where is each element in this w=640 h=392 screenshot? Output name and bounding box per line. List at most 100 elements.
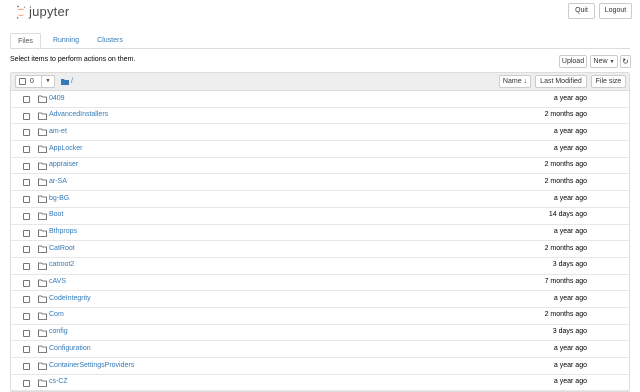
- item-name[interactable]: bg-BG: [49, 195, 69, 202]
- folder-icon: [38, 162, 47, 170]
- row-checkbox[interactable]: [23, 196, 30, 204]
- item-last-modified: 2 months ago: [544, 161, 587, 169]
- caret-down-icon: ▼: [45, 78, 51, 84]
- list-item[interactable]: AppLocker a year ago: [11, 141, 629, 158]
- item-last-modified: a year ago: [553, 228, 587, 235]
- list-item[interactable]: appraiser 2 months ago: [11, 158, 629, 175]
- breadcrumb-path[interactable]: /: [71, 78, 73, 85]
- folder-icon[interactable]: [61, 78, 69, 85]
- list-item[interactable]: config 3 days ago: [11, 325, 629, 342]
- tab-bar: Files Running Clusters: [10, 33, 630, 49]
- selected-count: 0: [30, 78, 34, 85]
- upload-button[interactable]: Upload: [559, 55, 587, 68]
- item-name[interactable]: AdvancedInstallers: [49, 111, 108, 118]
- folder-icon: [38, 145, 47, 153]
- folder-icon: [38, 312, 47, 320]
- list-item[interactable]: bg-BG a year ago: [11, 191, 629, 208]
- folder-icon: [38, 295, 47, 304]
- row-checkbox[interactable]: [23, 112, 30, 120]
- list-item[interactable]: catroot2 3 days ago: [11, 258, 629, 275]
- list-item[interactable]: ar-SA 2 months ago: [11, 174, 629, 192]
- row-checkbox[interactable]: [23, 96, 30, 103]
- breadcrumb: /: [61, 76, 73, 87]
- select-menu-button[interactable]: ▼: [41, 75, 55, 88]
- item-name[interactable]: ar-SA: [49, 178, 67, 185]
- item-last-modified: 7 months ago: [544, 278, 587, 286]
- item-name[interactable]: 0409: [49, 95, 65, 102]
- row-checkbox[interactable]: [23, 329, 30, 337]
- row-checkbox[interactable]: [23, 229, 30, 237]
- item-name[interactable]: CodeIntegrity: [49, 295, 91, 302]
- list-item[interactable]: am-et a year ago: [11, 124, 629, 142]
- folder-icon: [38, 329, 47, 337]
- row-checkbox[interactable]: [23, 262, 30, 270]
- item-name[interactable]: am-et: [49, 128, 67, 135]
- folder-icon: [38, 212, 47, 220]
- sort-by-file-size-button[interactable]: File size: [591, 75, 626, 88]
- jupyter-logo-icon: [16, 5, 26, 19]
- item-name[interactable]: Bthprops: [49, 228, 77, 235]
- list-item[interactable]: Bthprops a year ago: [11, 225, 629, 242]
- item-name[interactable]: cAVS: [49, 278, 66, 285]
- item-last-modified: a year ago: [553, 294, 587, 302]
- list-item[interactable]: Configuration a year ago: [11, 341, 629, 358]
- item-name[interactable]: ContainerSettingsProviders: [49, 362, 134, 369]
- item-name[interactable]: CatRoot: [49, 245, 75, 252]
- folder-icon: [38, 262, 47, 270]
- item-name[interactable]: AppLocker: [49, 145, 82, 152]
- list-item[interactable]: cs-CZ a year ago: [11, 375, 629, 392]
- row-checkbox[interactable]: [23, 212, 30, 220]
- row-checkbox[interactable]: [23, 279, 30, 287]
- quit-button[interactable]: Quit: [568, 3, 595, 19]
- list-item[interactable]: CatRoot 2 months ago: [11, 241, 629, 258]
- list-item[interactable]: 0409 a year ago: [11, 91, 629, 108]
- file-rows: 0409 a year ago AdvancedInstallers 2 mon…: [11, 91, 629, 392]
- list-item[interactable]: Boot 14 days ago: [11, 208, 629, 225]
- row-checkbox[interactable]: [23, 296, 30, 304]
- item-name[interactable]: Com: [49, 311, 64, 318]
- item-name[interactable]: cs-CZ: [49, 378, 68, 385]
- row-checkbox[interactable]: [23, 312, 30, 320]
- folder-icon: [38, 245, 47, 254]
- new-dropdown-button[interactable]: New ▼: [590, 55, 618, 68]
- row-checkbox[interactable]: [23, 246, 30, 254]
- item-last-modified: 2 months ago: [544, 311, 587, 319]
- app-header: jupyter Quit Logout: [0, 0, 640, 24]
- row-checkbox[interactable]: [23, 162, 30, 170]
- select-all-checkbox[interactable]: [19, 78, 26, 85]
- item-last-modified: a year ago: [553, 361, 587, 369]
- item-last-modified: a year ago: [553, 344, 587, 352]
- item-name[interactable]: Configuration: [49, 345, 91, 352]
- folder-icon: [38, 379, 47, 387]
- list-item[interactable]: Com 2 months ago: [11, 308, 629, 325]
- list-item[interactable]: ContainerSettingsProviders a year ago: [11, 358, 629, 375]
- jupyter-logo[interactable]: jupyter: [16, 3, 76, 20]
- list-item[interactable]: AdvancedInstallers 2 months ago: [11, 108, 629, 125]
- item-name[interactable]: appraiser: [49, 161, 78, 168]
- row-checkbox[interactable]: [23, 129, 30, 137]
- row-checkbox[interactable]: [23, 146, 30, 154]
- sort-by-last-modified-button[interactable]: Last Modified: [535, 75, 587, 88]
- tab-clusters[interactable]: Clusters: [90, 33, 130, 48]
- sort-by-name-button[interactable]: Name ↓: [499, 75, 531, 88]
- item-name[interactable]: config: [49, 328, 68, 335]
- tab-files[interactable]: Files: [10, 33, 41, 48]
- folder-icon: [38, 362, 47, 370]
- item-last-modified: 2 months ago: [544, 244, 587, 252]
- name-sort-label: Name: [502, 78, 522, 85]
- refresh-button[interactable]: ↻: [620, 55, 631, 68]
- row-checkbox[interactable]: [23, 179, 30, 187]
- item-last-modified: a year ago: [553, 378, 587, 386]
- caret-down-icon: ▼: [609, 59, 615, 65]
- row-checkbox[interactable]: [23, 379, 30, 387]
- logout-button[interactable]: Logout: [599, 3, 632, 19]
- row-checkbox[interactable]: [23, 363, 30, 370]
- list-item[interactable]: CodeIntegrity a year ago: [11, 291, 629, 308]
- item-name[interactable]: catroot2: [49, 261, 74, 268]
- row-checkbox[interactable]: [23, 346, 30, 354]
- item-name[interactable]: Boot: [49, 211, 63, 218]
- folder-icon: [38, 179, 47, 187]
- tab-running[interactable]: Running: [46, 33, 86, 48]
- list-item[interactable]: cAVS 7 months ago: [11, 275, 629, 292]
- folder-icon: [38, 345, 47, 354]
